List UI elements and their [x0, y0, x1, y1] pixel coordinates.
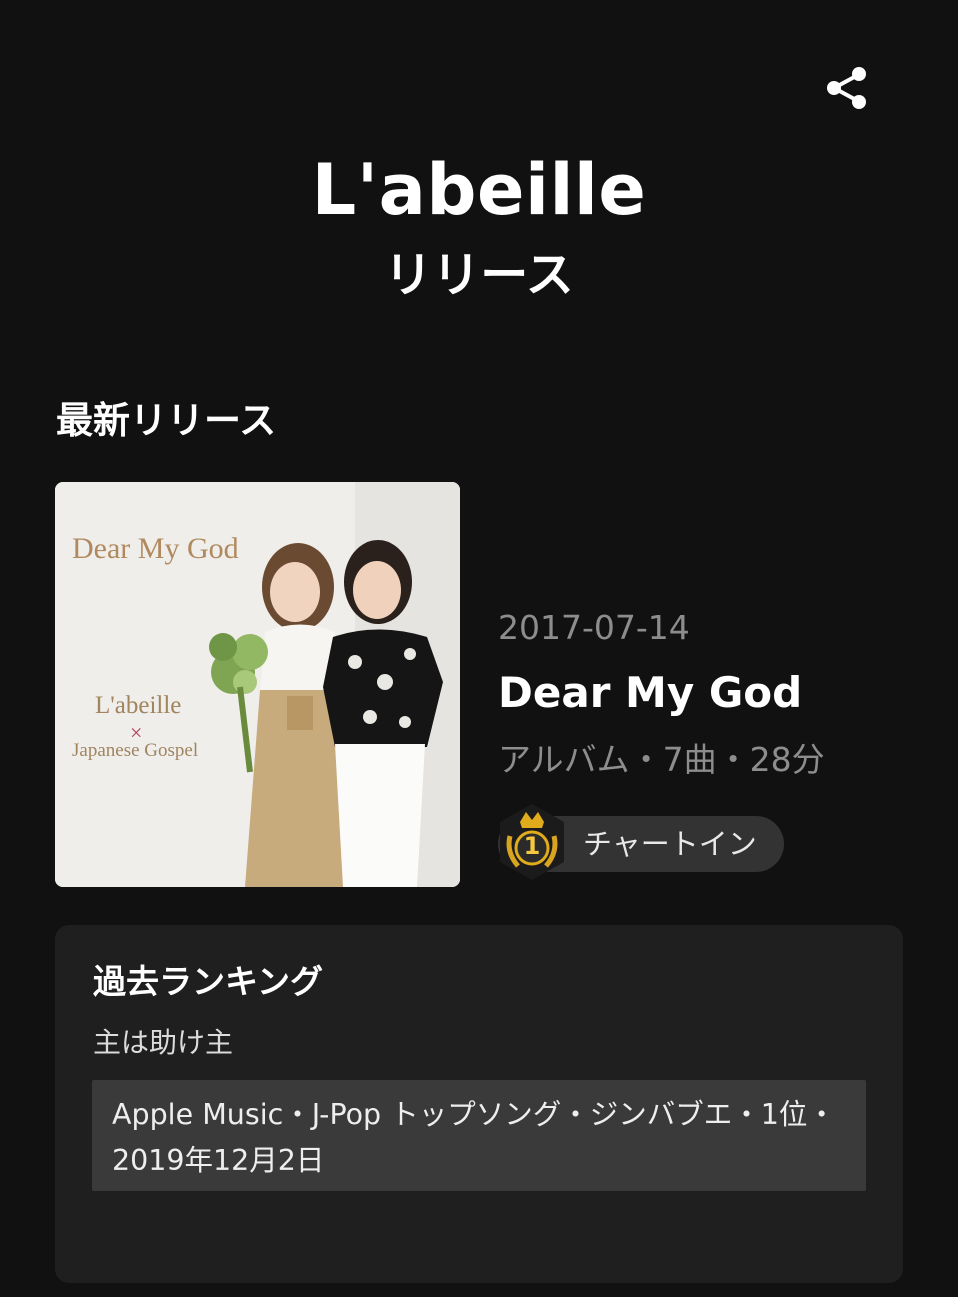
- ranking-entry-line2: 2019年12月2日: [112, 1144, 325, 1177]
- album-meta: アルバム・7曲・28分: [498, 740, 825, 779]
- chart-in-label: チャートイン: [583, 827, 757, 861]
- page-subtitle: リリース: [384, 247, 574, 303]
- ranking-song-title: 主は助け主: [93, 1026, 234, 1059]
- cover-title-text: Dear My God: [72, 532, 239, 565]
- cover-artist-text: L'abeille: [95, 692, 182, 719]
- release-date: 2017-07-14: [498, 608, 690, 647]
- artist-name: L'abeille: [311, 149, 647, 231]
- album-cover[interactable]: Dear My God L'abeille × Japanese Gospel: [55, 482, 460, 887]
- past-ranking-heading: 過去ランキング: [93, 962, 324, 1001]
- chart-rank: 1: [523, 832, 541, 860]
- past-ranking-card: 過去ランキング 主は助け主 Apple Music・J-Pop トップソング・ジ…: [55, 925, 903, 1283]
- cover-collab-text: Japanese Gospel: [72, 740, 199, 761]
- share-icon: [827, 67, 866, 109]
- latest-release-heading: 最新リリース: [56, 399, 277, 442]
- ranking-entry-line1: Apple Music・J-Pop トップソング・ジンバブエ・1位・: [112, 1098, 836, 1131]
- share-button[interactable]: [822, 62, 874, 114]
- ranking-entry[interactable]: Apple Music・J-Pop トップソング・ジンバブエ・1位・ 2019年…: [92, 1080, 866, 1191]
- chart-in-badge[interactable]: 1 チャートイン: [498, 804, 784, 880]
- album-title[interactable]: Dear My God: [498, 668, 802, 718]
- crown-medal-icon: 1: [496, 802, 568, 882]
